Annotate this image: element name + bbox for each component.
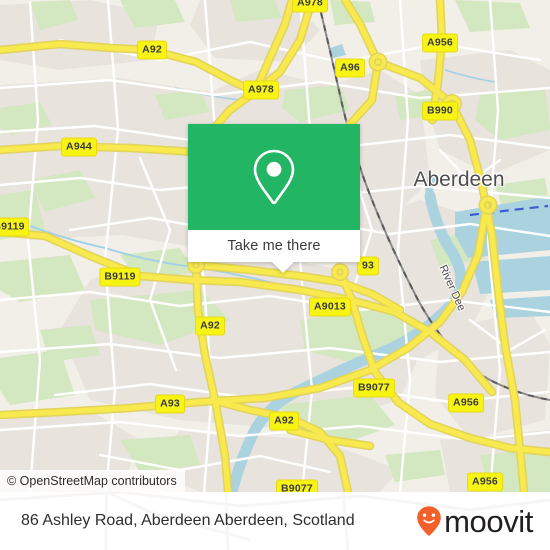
road-shield: A978 [292, 0, 328, 13]
footer-bar: 86 Ashley Road, Aberdeen Aberdeen, Scotl… [0, 492, 550, 550]
road-shield: A96 [335, 58, 365, 78]
callout-icon-panel [188, 124, 360, 230]
map-result-page: Aberdeen River Dee A978 A92 A956 A96 A978 B99… [0, 0, 550, 550]
road-shield: A956 [467, 472, 503, 492]
road-shield: A978 [243, 80, 279, 100]
road-shield: A9013 [309, 297, 351, 317]
location-callout-card[interactable]: Take me there [188, 124, 360, 273]
moovit-wordmark: moovit [444, 503, 533, 539]
city-label: Aberdeen [413, 168, 505, 191]
callout-pointer-tail [272, 262, 294, 273]
road-shield: B9119 [0, 217, 30, 237]
road-shield: B9119 [99, 267, 141, 287]
map-canvas[interactable]: Aberdeen River Dee A978 A92 A956 A96 A978 B99… [0, 0, 550, 492]
callout-action-bar[interactable]: Take me there [188, 230, 360, 273]
road-shield: B990 [422, 101, 458, 121]
location-pin-icon [253, 149, 295, 205]
moovit-smiley-pin-icon [417, 506, 441, 536]
road-shield: A92 [269, 411, 299, 431]
road-shield: A944 [61, 137, 97, 157]
road-shield: A92 [195, 316, 225, 336]
road-shield: 93 [356, 256, 380, 276]
road-shield: A92 [137, 40, 167, 60]
road-shield: A956 [422, 33, 458, 53]
road-shield: A93 [155, 394, 185, 414]
address-label: 86 Ashley Road, Aberdeen Aberdeen, Scotl… [21, 512, 355, 529]
take-me-there-label: Take me there [227, 238, 321, 254]
road-shield: B9077 [276, 479, 318, 492]
road-shield: B9077 [353, 378, 395, 398]
road-shield: A956 [448, 393, 484, 413]
map-attribution[interactable]: © OpenStreetMap contributors [0, 470, 185, 492]
moovit-logo[interactable]: moovit [416, 505, 533, 537]
